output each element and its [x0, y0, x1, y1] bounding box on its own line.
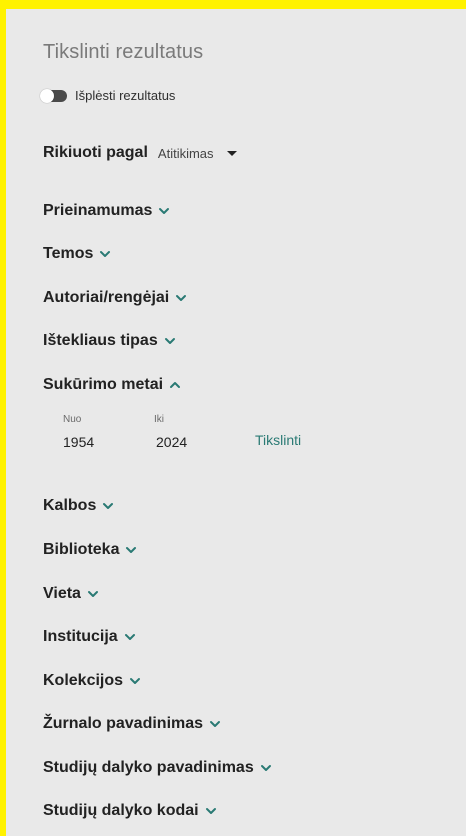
- chevron-down-icon[interactable]: [98, 247, 112, 261]
- year-to-input[interactable]: [156, 432, 216, 452]
- facet-languages[interactable]: Kalbos: [43, 497, 115, 515]
- facet-resource-type[interactable]: Ištekliaus tipas: [43, 332, 177, 350]
- chevron-down-icon[interactable]: [208, 717, 222, 731]
- facet-label[interactable]: Vieta: [43, 585, 81, 603]
- facet-label[interactable]: Institucija: [43, 628, 118, 646]
- expand-results-label[interactable]: Išplėsti rezultatus: [75, 88, 175, 103]
- facet-label[interactable]: Studijų dalyko kodai: [43, 802, 199, 820]
- chevron-down-icon[interactable]: [123, 630, 137, 644]
- caret-down-icon[interactable]: [226, 151, 237, 156]
- expand-results-toggle[interactable]: [40, 88, 67, 103]
- expand-results-toggle-row[interactable]: Išplėsti rezultatus: [40, 88, 175, 103]
- facet-label[interactable]: Temos: [43, 245, 93, 263]
- chevron-down-icon[interactable]: [174, 291, 188, 305]
- year-from-input[interactable]: [63, 432, 123, 452]
- facet-label[interactable]: Sukūrimo metai: [43, 376, 163, 394]
- chevron-down-icon[interactable]: [259, 761, 273, 775]
- sort-select[interactable]: Atitikimas: [158, 146, 214, 161]
- facet-label[interactable]: Kolekcijos: [43, 672, 123, 690]
- refine-button[interactable]: Tikslinti: [255, 432, 301, 448]
- facet-library[interactable]: Biblioteka: [43, 541, 138, 559]
- chevron-down-icon[interactable]: [157, 204, 171, 218]
- facet-creation-year[interactable]: Sukūrimo metai: [43, 376, 182, 394]
- year-from-label: Nuo: [63, 414, 82, 425]
- chevron-down-icon[interactable]: [101, 499, 115, 513]
- chevron-down-icon[interactable]: [128, 674, 142, 688]
- facet-label[interactable]: Autoriai/rengėjai: [43, 289, 169, 307]
- facet-label[interactable]: Kalbos: [43, 497, 96, 515]
- facet-label[interactable]: Žurnalo pavadinimas: [43, 715, 203, 733]
- sort-control: Rikiuoti pagal Atitikimas: [43, 144, 237, 162]
- facet-topics[interactable]: Temos: [43, 245, 112, 263]
- facet-institution[interactable]: Institucija: [43, 628, 137, 646]
- refine-results-panel: Tikslinti rezultatus Išplėsti rezultatus…: [6, 9, 466, 836]
- year-range-filter: Nuo Iki Tikslinti: [60, 414, 360, 460]
- facet-journal-title[interactable]: Žurnalo pavadinimas: [43, 715, 222, 733]
- facet-label[interactable]: Studijų dalyko pavadinimas: [43, 759, 254, 777]
- year-to-label: Iki: [154, 414, 164, 425]
- facet-label[interactable]: Prieinamumas: [43, 202, 152, 220]
- chevron-down-icon[interactable]: [163, 334, 177, 348]
- facet-location[interactable]: Vieta: [43, 585, 100, 603]
- facet-course-codes[interactable]: Studijų dalyko kodai: [43, 802, 218, 820]
- chevron-down-icon[interactable]: [124, 543, 138, 557]
- sort-label: Rikiuoti pagal: [43, 144, 148, 161]
- facet-availability[interactable]: Prieinamumas: [43, 202, 171, 220]
- facet-course-title[interactable]: Studijų dalyko pavadinimas: [43, 759, 273, 777]
- facet-label[interactable]: Ištekliaus tipas: [43, 332, 158, 350]
- facet-collections[interactable]: Kolekcijos: [43, 672, 142, 690]
- toggle-knob: [40, 88, 54, 103]
- chevron-down-icon[interactable]: [86, 587, 100, 601]
- chevron-down-icon[interactable]: [204, 804, 218, 818]
- facet-authors[interactable]: Autoriai/rengėjai: [43, 289, 188, 307]
- chevron-up-icon[interactable]: [168, 378, 182, 392]
- panel-title: Tikslinti rezultatus: [43, 41, 204, 63]
- facet-label[interactable]: Biblioteka: [43, 541, 119, 559]
